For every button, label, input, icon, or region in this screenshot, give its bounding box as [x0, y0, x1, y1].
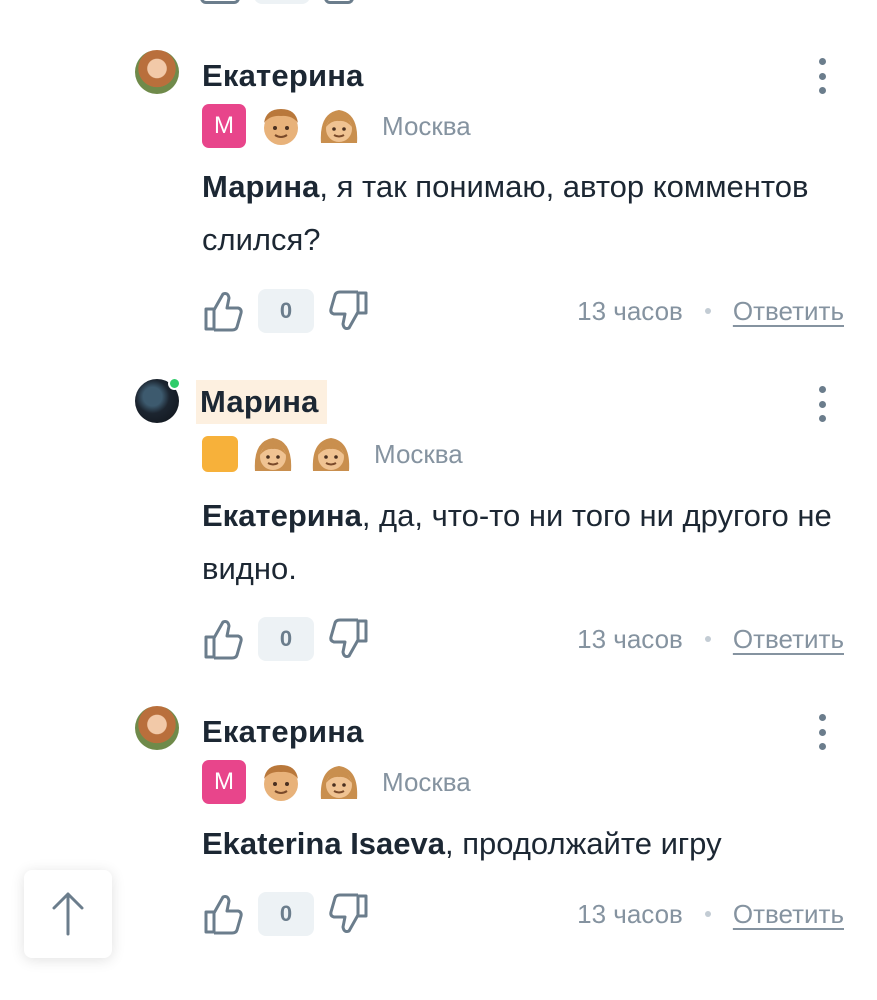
arrow-up-icon [52, 892, 84, 936]
author-city: Москва [374, 438, 463, 469]
girl-emoji-icon [308, 431, 354, 477]
separator-dot [704, 636, 711, 642]
kebab-menu-icon [818, 386, 826, 393]
comment-text: Ekaterina Isaeva, продолжайте игру [202, 817, 842, 870]
avatar[interactable] [135, 706, 179, 750]
reply-link[interactable]: Ответить [733, 296, 844, 327]
thumbs-down-icon [329, 290, 368, 330]
more-options-button[interactable] [810, 56, 834, 96]
scroll-to-top-button[interactable] [24, 870, 112, 958]
boy-emoji-icon [258, 759, 304, 805]
comment-time: 13 часов [577, 295, 683, 326]
author-badges: М Москва [202, 104, 471, 148]
author-badges: Москва [202, 432, 463, 476]
author-city: Москва [382, 110, 471, 141]
mention[interactable]: Марина [202, 169, 319, 204]
member-badge: М [202, 760, 246, 804]
comment-author[interactable]: Екатерина [202, 714, 364, 750]
comment-text: Марина, я так понимаю, автор комментов с… [202, 160, 842, 266]
reply-link[interactable]: Ответить [733, 624, 844, 655]
kebab-dot [818, 743, 826, 750]
separator-dot [704, 911, 711, 917]
like-button[interactable] [202, 288, 246, 334]
separator-dot [704, 308, 711, 314]
author-badges: М Москва [202, 760, 471, 804]
author-city: Москва [382, 766, 471, 797]
comment-actions: 0 13 часов Ответить [202, 891, 844, 937]
like-button[interactable] [202, 891, 246, 937]
comment-author[interactable]: Марина [196, 380, 327, 424]
girl-emoji-icon [316, 103, 362, 149]
thumbs-down-icon [329, 893, 368, 933]
kebab-dot [818, 400, 826, 408]
comments-page: Екатерина М Москва Марина, я так понимаю… [0, 0, 877, 1000]
more-options-button[interactable] [810, 712, 834, 752]
thumbs-down-icon [329, 618, 368, 658]
thumbs-up-icon[interactable] [200, 0, 240, 4]
comment-body: , продолжайте игру [445, 826, 722, 861]
girl-emoji-icon [316, 759, 362, 805]
previous-comment-actions [200, 0, 354, 6]
girl-emoji-icon [250, 431, 296, 477]
member-badge: М [202, 104, 246, 148]
comment-text: Екатерина, да, что-то ни того ни другого… [202, 489, 842, 595]
dislike-button[interactable] [326, 616, 370, 662]
thumbs-up-icon [204, 292, 243, 332]
like-button[interactable] [202, 616, 246, 662]
kebab-dot [818, 72, 826, 80]
dislike-button[interactable] [326, 288, 370, 334]
avatar[interactable] [135, 50, 179, 94]
member-badge [202, 436, 238, 472]
like-count: 0 [258, 617, 314, 661]
thumbs-up-icon [204, 620, 243, 660]
like-count: 0 [258, 892, 314, 936]
dislike-button[interactable] [326, 891, 370, 937]
kebab-menu-icon [818, 58, 826, 65]
online-indicator [168, 377, 181, 390]
thumbs-up-icon [204, 895, 243, 935]
reply-link[interactable]: Ответить [733, 899, 844, 930]
kebab-dot [818, 415, 826, 422]
thumbs-down-icon[interactable] [324, 0, 354, 4]
like-count: 0 [258, 289, 314, 333]
more-options-button[interactable] [810, 384, 834, 424]
like-count [254, 0, 310, 4]
kebab-dot [818, 728, 826, 736]
comment-time: 13 часов [577, 623, 683, 654]
comment-time: 13 часов [577, 898, 683, 929]
mention[interactable]: Екатерина [202, 498, 362, 533]
mention[interactable]: Ekaterina Isaeva [202, 826, 445, 861]
comment-actions: 0 13 часов Ответить [202, 288, 844, 334]
kebab-menu-icon [818, 714, 826, 721]
kebab-dot [818, 87, 826, 94]
comment-author[interactable]: Екатерина [202, 58, 364, 94]
boy-emoji-icon [258, 103, 304, 149]
comment-actions: 0 13 часов Ответить [202, 616, 844, 662]
